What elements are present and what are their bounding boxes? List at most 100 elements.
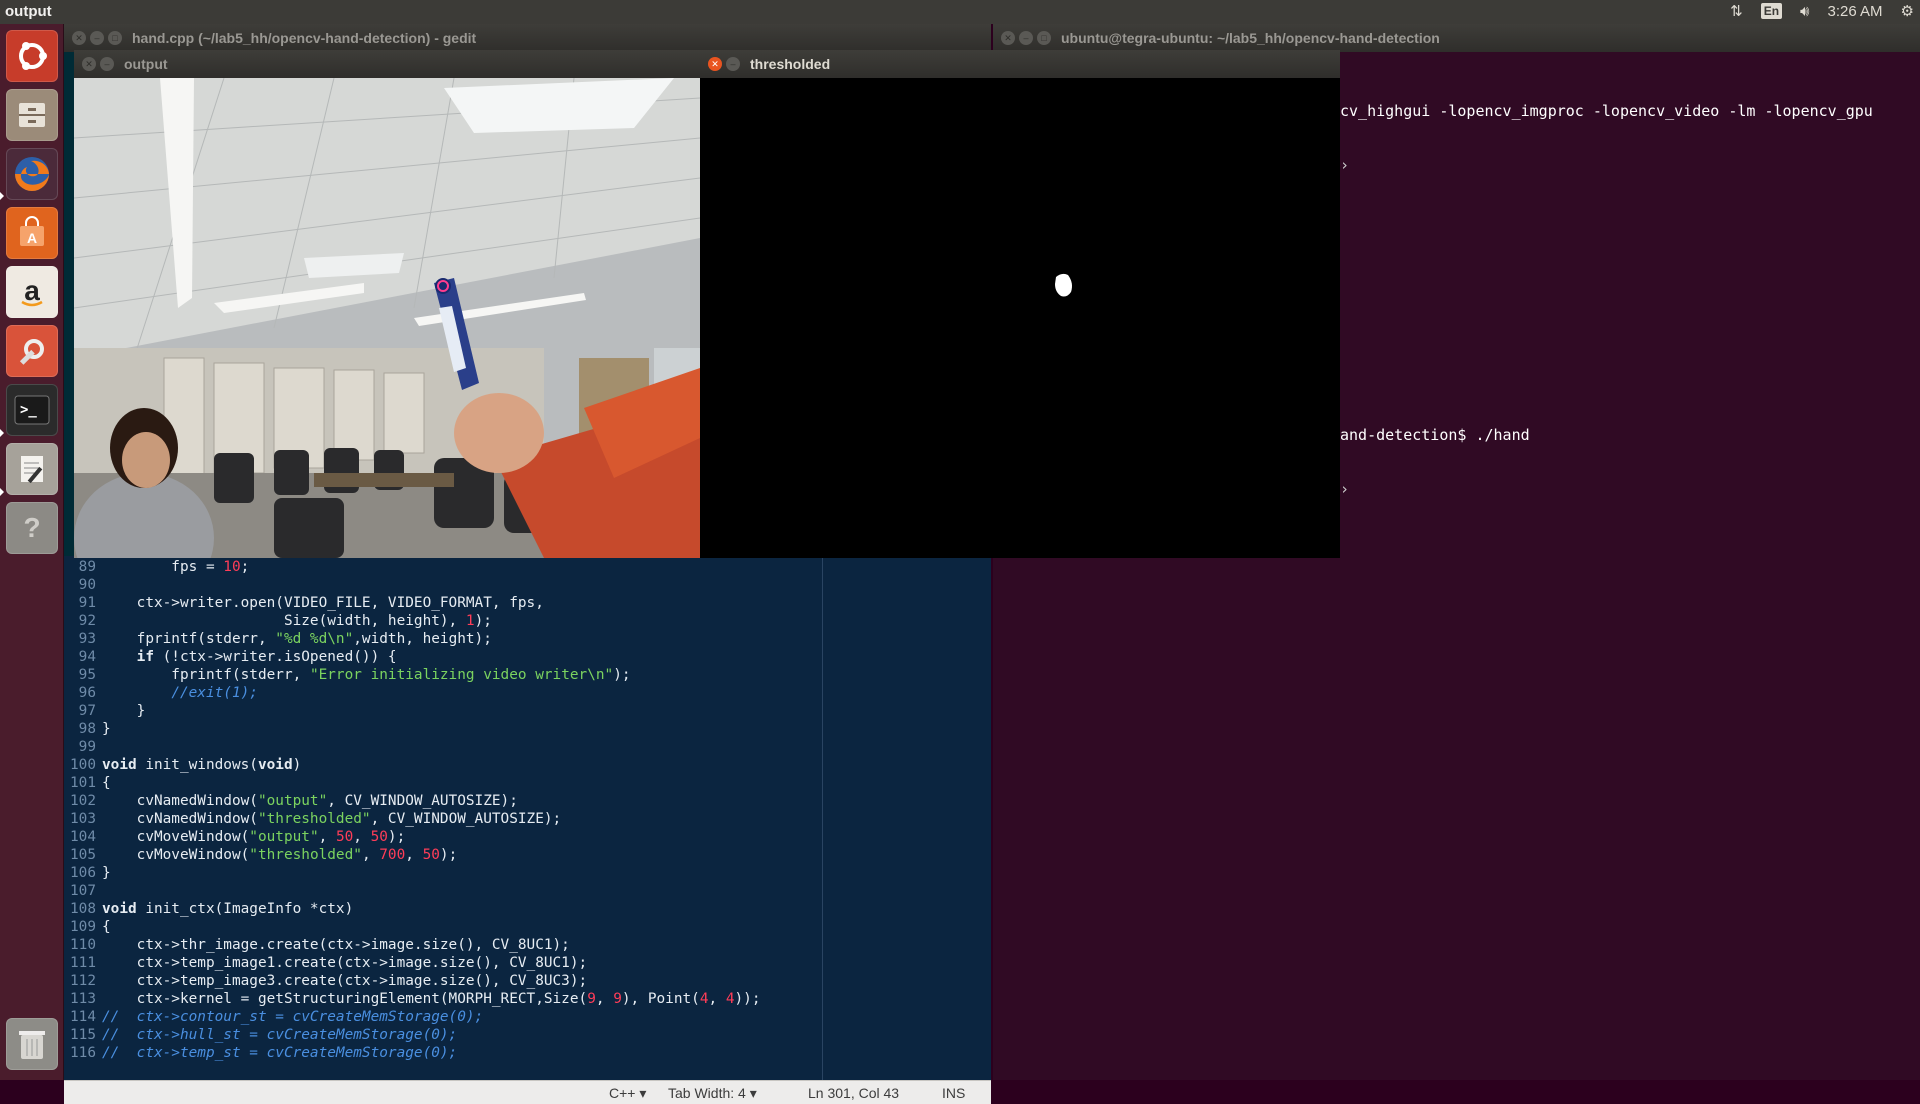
running-indicator <box>0 488 4 496</box>
line-number: 109 <box>70 919 96 935</box>
code-text: Size(width, height), 1); <box>102 613 492 629</box>
code-text: } <box>102 721 111 737</box>
code-text: // ctx->temp_st = cvCreateMemStorage(0); <box>102 1045 458 1061</box>
text-editor-icon[interactable] <box>6 443 58 495</box>
tab-width-selector[interactable]: Tab Width: 4 ▾ <box>668 1085 757 1102</box>
terminal-line: › <box>1340 156 1350 174</box>
svg-text:a: a <box>24 275 40 306</box>
code-line: 95 fprintf(stderr, "Error initializing v… <box>64 666 991 684</box>
trash-icon[interactable] <box>6 1018 58 1070</box>
question-icon[interactable]: ? <box>6 502 58 554</box>
code-line: 98} <box>64 720 991 738</box>
line-number: 96 <box>78 685 96 701</box>
code-line: 101 { <box>64 774 991 792</box>
code-text: { <box>102 919 111 935</box>
line-number: 114 <box>70 1009 96 1025</box>
running-indicator <box>0 192 4 200</box>
line-number: 116 <box>70 1045 96 1061</box>
language-selector[interactable]: C++ ▾ <box>609 1085 646 1102</box>
line-number: 108 <box>70 901 96 917</box>
output-title: output <box>124 56 168 72</box>
code-text: // ctx->contour_st = cvCreateMemStorage(… <box>102 1009 484 1025</box>
amazon-icon[interactable]: a <box>6 266 58 318</box>
clock[interactable]: 3:26 AM <box>1828 3 1883 20</box>
code-line: 113 ctx->kernel = getStructuringElement(… <box>64 990 991 1008</box>
code-line: 104 cvMoveWindow("output", 50, 50); <box>64 828 991 846</box>
code-editor[interactable]: 89 fps = 10; 90 91 ctx->writer.open(VIDEO_… <box>64 556 991 1080</box>
top-panel: output ⇅ En 🔊︎ 3:26 AM ⚙ <box>0 0 1920 24</box>
line-number: 100 <box>70 757 96 773</box>
insert-mode: INS <box>942 1085 966 1101</box>
code-text: void init_windows(void) <box>102 757 302 773</box>
shopping-bag-icon[interactable]: A <box>6 207 58 259</box>
terminal-title: ubuntu@tegra-ubuntu: ~/lab5_hh/opencv-ha… <box>1061 30 1440 46</box>
thresholded-titlebar[interactable]: ✕ – thresholded <box>700 50 1340 78</box>
code-line: 100 void init_windows(void) <box>64 756 991 774</box>
terminal-line: and-detection$ ./hand <box>1340 426 1530 444</box>
line-number: 98 <box>78 721 96 737</box>
thresholded-title: thresholded <box>750 56 831 72</box>
gear-icon[interactable]: ⚙ <box>1901 2 1914 20</box>
terminal-icon[interactable]: >_ <box>6 384 58 436</box>
close-icon[interactable]: ✕ <box>708 57 722 71</box>
filing-cabinet-icon[interactable] <box>6 89 58 141</box>
gedit-titlebar[interactable]: ✕ – □ hand.cpp (~/lab5_hh/opencv-hand-de… <box>64 24 991 52</box>
maximize-icon[interactable]: □ <box>1037 31 1051 45</box>
code-line: 108 void init_ctx(ImageInfo *ctx) <box>64 900 991 918</box>
line-number: 104 <box>70 829 96 845</box>
minimize-icon[interactable]: – <box>100 57 114 71</box>
camera-frame <box>74 78 700 558</box>
code-text: fprintf(stderr, "%d %d\n",width, height)… <box>102 631 492 647</box>
line-number: 106 <box>70 865 96 881</box>
code-text: fprintf(stderr, "Error initializing vide… <box>102 667 631 683</box>
line-number: 113 <box>70 991 96 1007</box>
line-number: 97 <box>78 703 96 719</box>
code-text: cvMoveWindow("output", 50, 50); <box>102 829 406 845</box>
code-text: if (!ctx->writer.isOpened()) { <box>136 649 397 665</box>
code-line: 109 { <box>64 918 991 936</box>
thresholded-window[interactable]: ✕ – thresholded <box>700 50 1340 558</box>
line-number: 111 <box>70 955 96 971</box>
code-line: 91 ctx->writer.open(VIDEO_FILE, VIDEO_FO… <box>64 594 991 612</box>
code-line: 107 <box>64 882 991 900</box>
ubuntu-logo-icon[interactable] <box>6 30 58 82</box>
code-line: 114 // ctx->contour_st = cvCreateMemStora… <box>64 1008 991 1026</box>
line-number: 91 <box>78 595 96 611</box>
line-number: 102 <box>70 793 96 809</box>
code-text: // ctx->hull_st = cvCreateMemStorage(0); <box>102 1027 458 1043</box>
code-text: fps = 10; <box>102 559 250 575</box>
code-line: 103 cvNamedWindow("thresholded", CV_WIND… <box>64 810 991 828</box>
minimize-icon[interactable]: – <box>1019 31 1033 45</box>
volume-icon[interactable]: 🔊︎ <box>1800 3 1809 20</box>
output-window[interactable]: ✕ – output <box>74 50 700 558</box>
minimize-icon[interactable]: – <box>726 57 740 71</box>
minimize-icon[interactable]: – <box>90 31 104 45</box>
code-line: 116 // ctx->temp_st = cvCreateMemStorage(… <box>64 1044 991 1062</box>
keyboard-layout-indicator[interactable]: En <box>1760 3 1783 19</box>
firefox-icon[interactable] <box>6 148 58 200</box>
cursor-position: Ln 301, Col 43 <box>808 1085 900 1101</box>
terminal-titlebar[interactable]: ✕ – □ ubuntu@tegra-ubuntu: ~/lab5_hh/ope… <box>993 24 1920 52</box>
code-line: 92 Size(width, height), 1); <box>64 612 991 630</box>
wrench-gear-icon[interactable] <box>6 325 58 377</box>
output-titlebar[interactable]: ✕ – output <box>74 50 700 78</box>
network-icon[interactable]: ⇅ <box>1730 2 1743 20</box>
close-icon[interactable]: ✕ <box>82 57 96 71</box>
line-number: 112 <box>70 973 96 989</box>
camera-image <box>74 78 700 558</box>
running-indicator <box>0 429 4 437</box>
close-icon[interactable]: ✕ <box>1001 31 1015 45</box>
line-number: 89 <box>78 559 96 575</box>
line-number: 90 <box>78 577 96 593</box>
line-number: 92 <box>78 613 96 629</box>
maximize-icon[interactable]: □ <box>108 31 122 45</box>
code-text: } <box>102 865 111 881</box>
code-line: 105 cvMoveWindow("thresholded", 700, 50)… <box>64 846 991 864</box>
close-icon[interactable]: ✕ <box>72 31 86 45</box>
line-number: 105 <box>70 847 96 863</box>
code-line: 93 fprintf(stderr, "%d %d\n",width, heig… <box>64 630 991 648</box>
launcher: A a >_ ? <box>0 24 64 1080</box>
